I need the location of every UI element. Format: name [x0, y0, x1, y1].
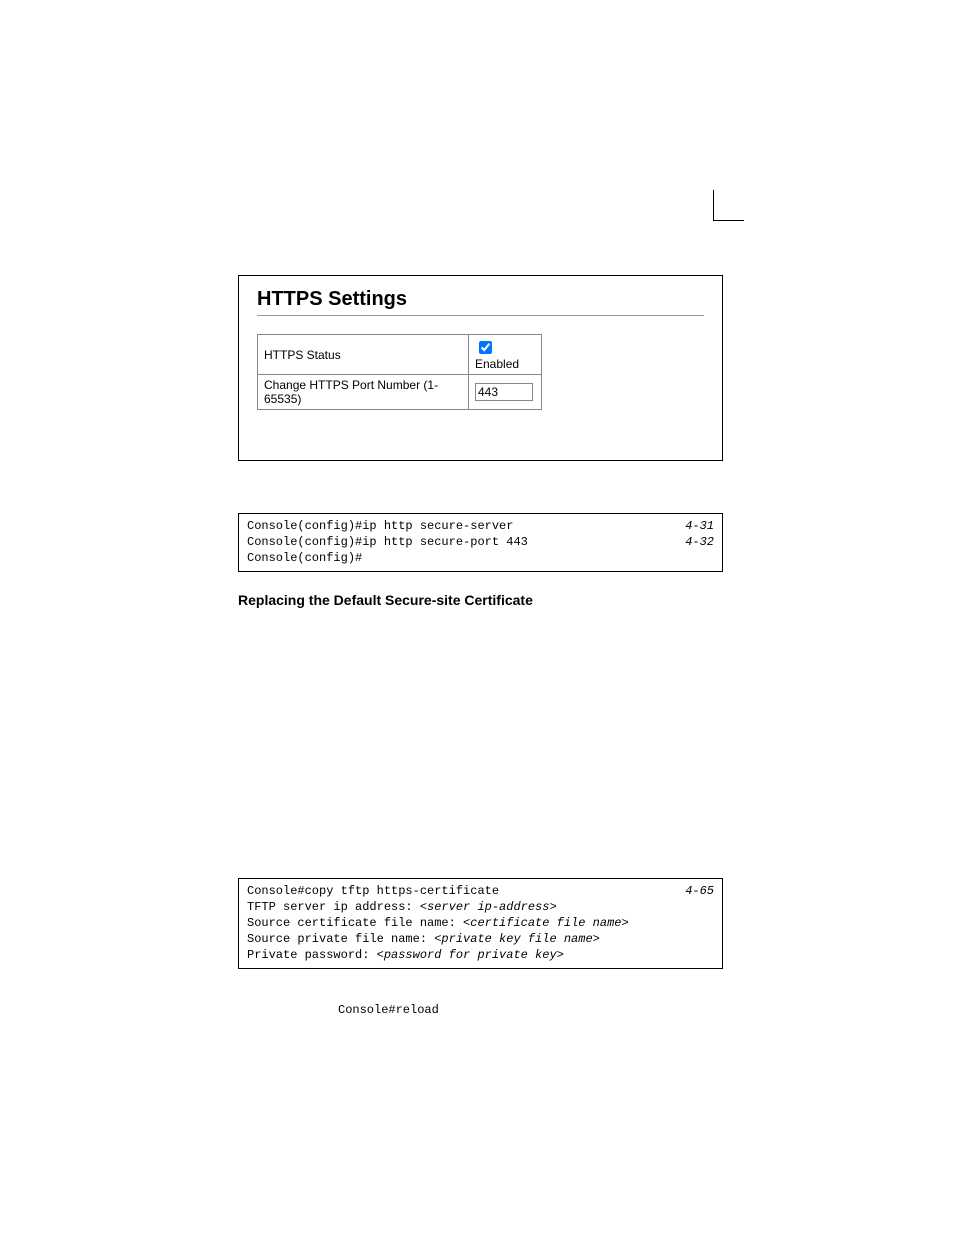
https-port-input[interactable] [475, 383, 533, 401]
cli-line: Source private file name: <private key f… [247, 931, 714, 947]
table-row: HTTPS Status Enabled [258, 335, 542, 375]
cli-placeholder: <private key file name> [434, 932, 600, 946]
cli-prompt-text: TFTP server ip address: [247, 900, 420, 914]
cli-page-ref: 4-32 [685, 534, 714, 550]
https-status-value-cell: Enabled [469, 335, 542, 375]
cli-output-1: Console(config)#ip http secure-server 4-… [238, 513, 723, 572]
cli-line: Console#copy tftp https-certificate 4-65 [247, 883, 714, 899]
cli-placeholder: <server ip-address> [420, 900, 557, 914]
cli-output-2: Console#copy tftp https-certificate 4-65… [238, 878, 723, 969]
https-status-label: HTTPS Status [258, 335, 469, 375]
https-status-checkbox[interactable] [479, 341, 492, 354]
table-row: Change HTTPS Port Number (1-65535) [258, 375, 542, 410]
cli-prompt-text: Source certificate file name: [247, 916, 463, 930]
https-port-label: Change HTTPS Port Number (1-65535) [258, 375, 469, 410]
cli-line: Console(config)#ip http secure-server 4-… [247, 518, 714, 534]
page-content: HTTPS Settings HTTPS Status Enabled Chan… [238, 275, 723, 1017]
cli-line: Private password: <password for private … [247, 947, 714, 963]
cli-page-ref: 4-65 [685, 883, 714, 899]
cli-prompt-text: Private password: [247, 948, 377, 962]
settings-table: HTTPS Status Enabled Change HTTPS Port N… [257, 334, 542, 410]
cli-prompt-text: Source private file name: [247, 932, 434, 946]
cli-page-ref: 4-31 [685, 518, 714, 534]
cli-placeholder: <password for private key> [377, 948, 564, 962]
cli-command: Console(config)# [247, 550, 362, 566]
https-port-value-cell [469, 375, 542, 410]
cli-command: Console(config)#ip http secure-server [247, 518, 513, 534]
https-settings-panel: HTTPS Settings HTTPS Status Enabled Chan… [238, 275, 723, 461]
cli-line: TFTP server ip address: <server ip-addre… [247, 899, 714, 915]
enabled-label: Enabled [475, 357, 519, 371]
panel-title: HTTPS Settings [257, 288, 704, 311]
panel-divider [257, 315, 704, 316]
cli-line: Console(config)#ip http secure-port 443 … [247, 534, 714, 550]
cli-line: Source certificate file name: <certifica… [247, 915, 714, 931]
cli-command: Console(config)#ip http secure-port 443 [247, 534, 528, 550]
crop-mark [713, 190, 744, 221]
reload-command: Console#reload [338, 1003, 723, 1017]
cli-command: Console#copy tftp https-certificate [247, 883, 499, 899]
section-heading: Replacing the Default Secure-site Certif… [238, 592, 723, 608]
cli-placeholder: <certificate file name> [463, 916, 629, 930]
cli-line: Console(config)# [247, 550, 714, 566]
